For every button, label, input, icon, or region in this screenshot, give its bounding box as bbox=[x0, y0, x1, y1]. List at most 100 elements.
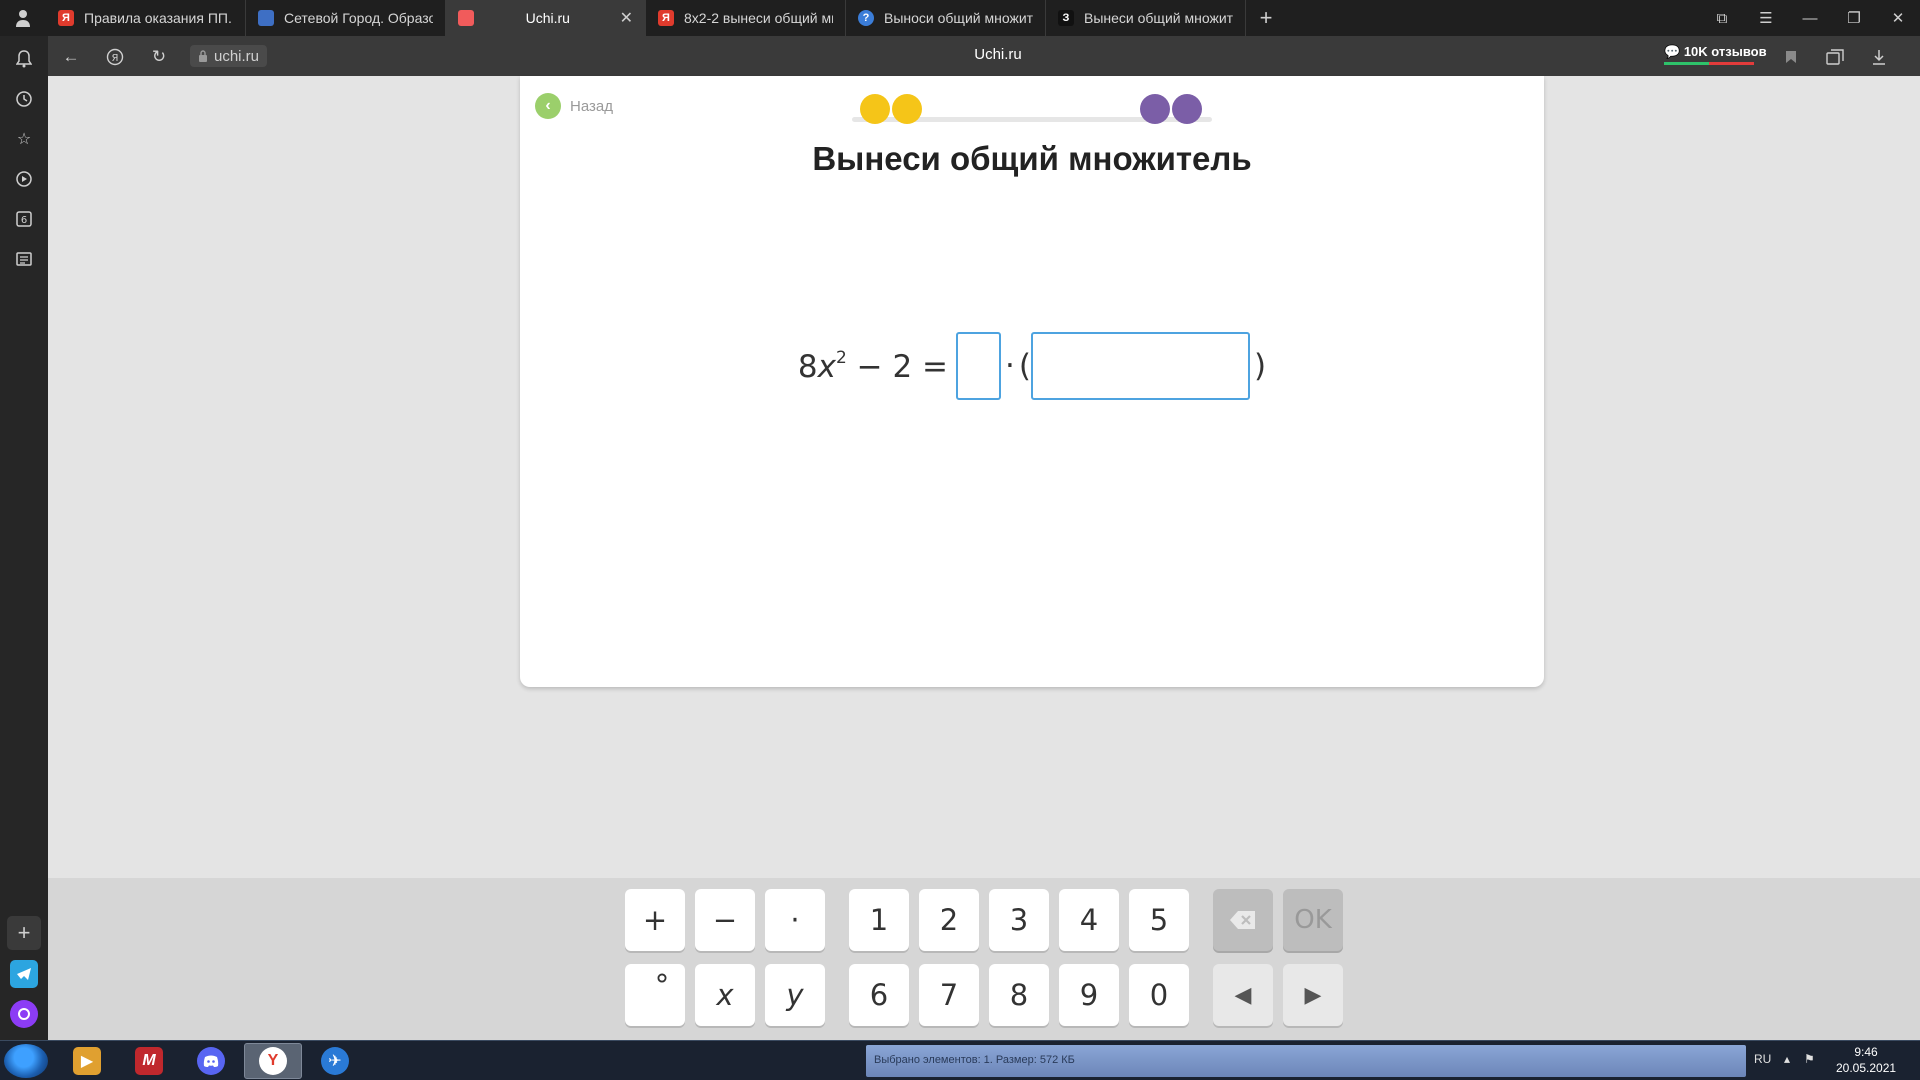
open-paren: ( bbox=[1018, 348, 1032, 384]
key-9[interactable]: 9 bbox=[1059, 964, 1119, 1026]
tab-title: Выноси общий множител bbox=[884, 10, 1033, 26]
progress-dot-todo bbox=[1172, 94, 1202, 124]
key-5[interactable]: 5 bbox=[1129, 889, 1189, 951]
play-icon[interactable] bbox=[11, 166, 37, 192]
six-icon[interactable]: 6 bbox=[11, 206, 37, 232]
reviews-rating-bar bbox=[1664, 62, 1754, 65]
new-tab-button[interactable]: + bbox=[1246, 0, 1286, 36]
language-indicator[interactable]: RU bbox=[1754, 1052, 1771, 1066]
restore-button[interactable]: ❐ bbox=[1832, 0, 1876, 36]
bookmark-icon[interactable] bbox=[1778, 44, 1804, 70]
netcity-icon bbox=[258, 10, 274, 26]
clock-time: 9:46 bbox=[1854, 1045, 1878, 1059]
tab-netcity[interactable]: Сетевой Город. Образова bbox=[246, 0, 446, 36]
tab-znanija[interactable]: З Вынеси общий множител bbox=[1046, 0, 1246, 36]
key-4[interactable]: 4 bbox=[1059, 889, 1119, 951]
yandex-icon: Я bbox=[58, 10, 74, 26]
messenger-icon[interactable] bbox=[10, 960, 38, 988]
tab-title: 8x2-2 вынеси общий мно bbox=[684, 10, 833, 26]
clock-date: 20.05.2021 bbox=[1836, 1061, 1897, 1075]
tray-expand-icon[interactable]: ▴ bbox=[1784, 1052, 1790, 1066]
tab-title: Вынеси общий множител bbox=[1084, 10, 1233, 26]
key-0[interactable]: 0 bbox=[1129, 964, 1189, 1026]
close-window-button[interactable]: ✕ bbox=[1876, 0, 1920, 36]
tab-question[interactable]: ? Выноси общий множител bbox=[846, 0, 1046, 36]
browser-sidebar: ☆ 6 + bbox=[0, 36, 48, 1040]
znanija-icon: З bbox=[1058, 10, 1074, 26]
key-cursor-left[interactable]: ◀ bbox=[1213, 964, 1273, 1026]
add-panel-icon[interactable]: + bbox=[7, 916, 41, 950]
key-cursor-right[interactable]: ▶ bbox=[1283, 964, 1343, 1026]
discord-icon bbox=[197, 1047, 225, 1075]
download-icon[interactable] bbox=[1866, 44, 1892, 70]
key-8[interactable]: 8 bbox=[989, 964, 1049, 1026]
bell-icon[interactable] bbox=[11, 46, 37, 72]
tab-title: Сетевой Город. Образова bbox=[284, 10, 433, 26]
page-title: Uchi.ru bbox=[974, 46, 1022, 63]
tab-uchi[interactable]: Uchi.ru ✕ bbox=[446, 0, 646, 36]
window-controls: ⧉ ☰ — ❐ ✕ bbox=[1700, 0, 1920, 36]
profile-icon[interactable] bbox=[0, 0, 46, 36]
key-minus[interactable]: − bbox=[695, 889, 755, 951]
browser-tab-strip: Я Правила оказания ПП. — Сетевой Город. … bbox=[0, 0, 1920, 36]
chat-bubble-icon: 💬 bbox=[1664, 44, 1681, 59]
collections-icon[interactable]: ⧉ bbox=[1700, 0, 1744, 36]
tab-title: Uchi.ru bbox=[525, 10, 570, 26]
os-taskbar: ▶ M Y ✈ Выбрано элементов: 1. Размер: 57… bbox=[0, 1040, 1920, 1080]
back-label: Назад bbox=[570, 97, 613, 115]
key-dot[interactable]: · bbox=[765, 889, 825, 951]
yandex-icon: Я bbox=[658, 10, 674, 26]
key-1[interactable]: 1 bbox=[849, 889, 909, 951]
media-player-icon: ▶ bbox=[73, 1047, 101, 1075]
taskbar-app-plane[interactable]: ✈ bbox=[306, 1043, 364, 1079]
system-clock[interactable]: 9:46 20.05.2021 bbox=[1836, 1044, 1896, 1076]
question-icon: ? bbox=[858, 10, 874, 26]
taskbar-discord[interactable] bbox=[182, 1043, 240, 1079]
key-7[interactable]: 7 bbox=[919, 964, 979, 1026]
tab-pravila[interactable]: Я Правила оказания ПП. — bbox=[46, 0, 246, 36]
key-ok[interactable]: OK bbox=[1283, 889, 1343, 951]
equation-rest: − 2 = bbox=[856, 348, 949, 385]
close-paren: ) bbox=[1254, 348, 1267, 384]
taskbar-yandex-browser[interactable]: Y bbox=[244, 1043, 302, 1079]
key-degree[interactable]: ° bbox=[625, 964, 685, 1026]
taskbar-media-player[interactable]: ▶ bbox=[58, 1043, 116, 1079]
tab-search-8x2[interactable]: Я 8x2-2 вынеси общий мно bbox=[646, 0, 846, 36]
key-y[interactable]: y bbox=[765, 964, 825, 1026]
key-3[interactable]: 3 bbox=[989, 889, 1049, 951]
exponent: 2 bbox=[835, 347, 847, 368]
chevron-left-icon: ‹ bbox=[535, 93, 561, 119]
action-center-flag-icon[interactable]: ⚑ bbox=[1804, 1052, 1815, 1066]
key-2[interactable]: 2 bbox=[919, 889, 979, 951]
backspace-icon bbox=[1230, 911, 1255, 929]
progress-dot-done bbox=[860, 94, 890, 124]
start-button[interactable] bbox=[4, 1044, 48, 1078]
multiply-dot: · bbox=[1005, 348, 1015, 384]
task-title: Вынеси общий множитель bbox=[812, 140, 1252, 177]
news-icon[interactable] bbox=[11, 246, 37, 272]
plane-icon: ✈ bbox=[321, 1047, 349, 1075]
answer-input-bracket[interactable] bbox=[1031, 332, 1251, 400]
key-x[interactable]: x bbox=[695, 964, 755, 1026]
svg-text:6: 6 bbox=[21, 215, 27, 226]
minimize-button[interactable]: — bbox=[1788, 0, 1832, 36]
answer-input-factor[interactable] bbox=[956, 332, 1002, 400]
close-tab-icon[interactable]: ✕ bbox=[620, 8, 633, 28]
back-button[interactable]: ‹ Назад bbox=[535, 93, 613, 119]
page-viewport: ‹ Назад Вынеси общий множитель 8x2 − 2 =… bbox=[48, 76, 1920, 878]
yandex-browser-icon: Y bbox=[259, 1047, 287, 1075]
progress-dot-done bbox=[892, 94, 922, 124]
equation-lhs: 8x2 − 2 = bbox=[798, 348, 948, 385]
key-backspace[interactable] bbox=[1213, 889, 1273, 951]
alice-icon[interactable] bbox=[10, 1000, 38, 1028]
key-plus[interactable]: + bbox=[625, 889, 685, 951]
history-icon[interactable] bbox=[11, 86, 37, 112]
menu-icon[interactable]: ☰ bbox=[1744, 0, 1788, 36]
equation: 8x2 − 2 = · ( ) bbox=[520, 332, 1544, 400]
reviews-badge[interactable]: 💬 10K отзывов bbox=[1664, 44, 1767, 60]
collections-icon[interactable] bbox=[1822, 44, 1848, 70]
taskbar-app-m[interactable]: M bbox=[120, 1043, 178, 1079]
uchi-icon bbox=[458, 10, 474, 26]
key-6[interactable]: 6 bbox=[849, 964, 909, 1026]
star-icon[interactable]: ☆ bbox=[11, 126, 37, 152]
